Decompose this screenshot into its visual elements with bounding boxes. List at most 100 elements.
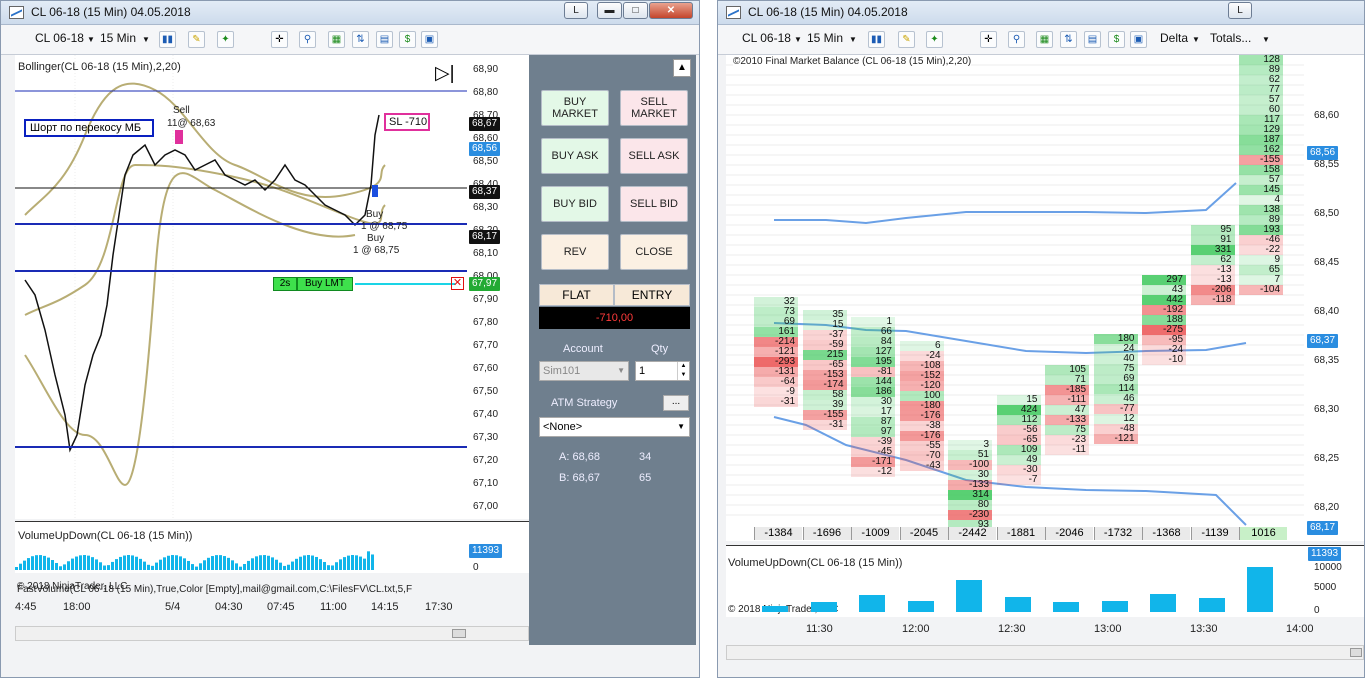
indicators-icon[interactable]: ⇅ xyxy=(352,31,369,48)
link-button-right[interactable]: L xyxy=(1228,2,1252,19)
properties-icon[interactable]: ▦ xyxy=(328,31,345,48)
volume-bar xyxy=(339,559,342,570)
right-title-bar[interactable]: CL 06-18 (15 Min) 04.05.2018 L xyxy=(718,1,1364,25)
buy-bid-button[interactable]: BUY BID xyxy=(541,186,609,222)
volume-bar xyxy=(810,602,837,612)
volume-bar xyxy=(59,566,62,570)
zoom-icon[interactable]: ⚲ xyxy=(299,31,316,48)
pin-icon[interactable]: ✦ xyxy=(217,31,234,48)
annotation-box[interactable]: Шорт по перекосу МБ xyxy=(24,119,154,137)
account-select[interactable]: Sim101 ▼ xyxy=(539,361,629,381)
left-scroll-thumb[interactable] xyxy=(452,629,466,638)
instrument-selector[interactable]: CL 06-18 xyxy=(35,31,84,45)
sell-marker-label: Sell xyxy=(173,105,190,116)
right-interval-selector[interactable]: 15 Min xyxy=(807,31,843,45)
bar-type-icon[interactable]: ▮▮ xyxy=(159,31,176,48)
right-zoom-icon[interactable]: ⚲ xyxy=(1008,31,1025,48)
chart-trader-panel: ▲ BUY MARKET SELL MARKET BUY ASK SELL AS… xyxy=(529,55,696,645)
minimize-button[interactable]: ▬ xyxy=(597,2,622,19)
left-volume-axis: 11393 0 xyxy=(467,521,529,573)
price-tick: 67,40 xyxy=(473,409,499,420)
left-volume-panel[interactable]: VolumeUpDown(CL 06-18 (15 Min)) xyxy=(15,521,467,573)
right-instrument-selector[interactable]: CL 06-18 xyxy=(742,31,791,45)
volume-bar xyxy=(107,565,110,570)
pencil-icon[interactable]: ✎ xyxy=(188,31,205,48)
right-volume-panel[interactable]: VolumeUpDown(CL 06-18 (15 Min)) © 2018 N… xyxy=(726,545,1304,617)
link-button[interactable]: L xyxy=(564,2,588,19)
volume-bar xyxy=(199,563,202,570)
right-scroll-thumb[interactable] xyxy=(1350,648,1362,657)
volume-bar xyxy=(1150,594,1176,612)
totals-selector[interactable]: Totals... xyxy=(1210,31,1251,45)
order-time-label[interactable]: 2s xyxy=(273,277,297,291)
price-tick: 68,40 xyxy=(1314,306,1340,317)
atm-options-button[interactable]: ... xyxy=(663,395,689,411)
right-bar-type-icon[interactable]: ▮▮ xyxy=(868,31,885,48)
right-pin-icon[interactable]: ✦ xyxy=(926,31,943,48)
right-scrollbar[interactable] xyxy=(726,645,1364,660)
time-tick: 4:45 xyxy=(15,601,37,613)
right-money-icon[interactable]: $ xyxy=(1108,31,1125,48)
right-data-box-icon[interactable]: ▣ xyxy=(1130,31,1147,48)
atm-dropdown-icon[interactable]: ▼ xyxy=(677,418,685,436)
qty-spinner-icon[interactable]: ▲ ▼ xyxy=(677,362,689,380)
left-price-chart[interactable]: Bollinger(CL 06-18 (15 Min),2,20) ▷| Шор… xyxy=(15,55,467,519)
cancel-order-icon[interactable]: ✕ xyxy=(451,277,464,290)
data-box-icon[interactable]: ▣ xyxy=(421,31,438,48)
maximize-button[interactable]: □ xyxy=(623,2,648,19)
left-scrollbar[interactable] xyxy=(15,626,529,641)
close-position-button[interactable]: CLOSE xyxy=(620,234,688,270)
volume-bar xyxy=(135,556,138,570)
delta-selector[interactable]: Delta xyxy=(1160,31,1188,45)
price-tick: 68,50 xyxy=(473,156,499,167)
volume-bar xyxy=(83,555,86,570)
buy-ask-button[interactable]: BUY ASK xyxy=(541,138,609,174)
price-tick: 67,70 xyxy=(473,340,499,351)
sell-bid-button[interactable]: SELL BID xyxy=(620,186,688,222)
volume-bar xyxy=(215,555,218,570)
pnl-value: -710,00 xyxy=(539,307,690,329)
volume-bar xyxy=(55,562,58,570)
buy-market-button[interactable]: BUY MARKET xyxy=(541,90,609,126)
account-dropdown-icon[interactable]: ▼ xyxy=(617,362,625,380)
right-instrument-dropdown-icon[interactable]: ▼ xyxy=(794,35,802,44)
right-properties-icon[interactable]: ▦ xyxy=(1036,31,1053,48)
footprint-cell: -7 xyxy=(996,475,1041,485)
price-tick: 67,80 xyxy=(473,317,499,328)
volume-bar xyxy=(363,558,366,570)
volume-bar xyxy=(1101,601,1128,612)
right-interval-dropdown-icon[interactable]: ▼ xyxy=(849,35,857,44)
panel-collapse-icon[interactable]: ▲ xyxy=(673,59,691,77)
stop-loss-label[interactable]: SL -710 xyxy=(384,113,430,131)
right-crosshair-icon[interactable]: ✛ xyxy=(980,31,997,48)
volume-bar xyxy=(87,555,90,570)
right-footprint-chart[interactable]: ©2010 Final Market Balance (CL 06-18 (15… xyxy=(726,55,1304,541)
right-price-axis[interactable]: 68,60 68,55 68,50 68,45 68,40 68,35 68,30 68,25… xyxy=(1304,55,1364,541)
strategies-icon[interactable]: ▤ xyxy=(376,31,393,48)
qty-input[interactable]: 1 ▲ ▼ xyxy=(635,361,690,381)
reverse-button[interactable]: REV xyxy=(541,234,609,270)
right-strategies-icon[interactable]: ▤ xyxy=(1084,31,1101,48)
left-volume-tag: 11393 xyxy=(469,544,503,558)
left-title-bar[interactable]: CL 06-18 (15 Min) 04.05.2018 L ▬ □ ✕ xyxy=(1,1,699,25)
buy-limit-order-label[interactable]: Buy LMT xyxy=(297,277,353,291)
interval-selector[interactable]: 15 Min xyxy=(100,31,136,45)
left-volume-svg xyxy=(15,551,374,570)
money-icon[interactable]: $ xyxy=(399,31,416,48)
price-tick: 68,55 xyxy=(1314,159,1340,170)
right-indicators-icon[interactable]: ⇅ xyxy=(1060,31,1077,48)
right-volume-axis: 11393 10000 5000 0 xyxy=(1304,545,1364,617)
left-price-axis[interactable]: 68,9068,8068,7068,6068,5068,4068,3068,20… xyxy=(467,55,529,519)
account-value: Sim101 xyxy=(543,365,581,377)
close-window-button[interactable]: ✕ xyxy=(649,2,693,19)
interval-dropdown-icon[interactable]: ▼ xyxy=(142,35,150,44)
right-pencil-icon[interactable]: ✎ xyxy=(898,31,915,48)
totals-dropdown-icon[interactable]: ▼ xyxy=(1262,35,1270,44)
atm-strategy-select[interactable]: <None> ▼ xyxy=(539,417,690,437)
sell-market-button[interactable]: SELL MARKET xyxy=(620,90,688,126)
crosshair-icon[interactable]: ✛ xyxy=(271,31,288,48)
sell-ask-button[interactable]: SELL ASK xyxy=(620,138,688,174)
delta-dropdown-icon[interactable]: ▼ xyxy=(1192,35,1200,44)
instrument-dropdown-icon[interactable]: ▼ xyxy=(87,35,95,44)
volume-bar xyxy=(99,562,102,570)
